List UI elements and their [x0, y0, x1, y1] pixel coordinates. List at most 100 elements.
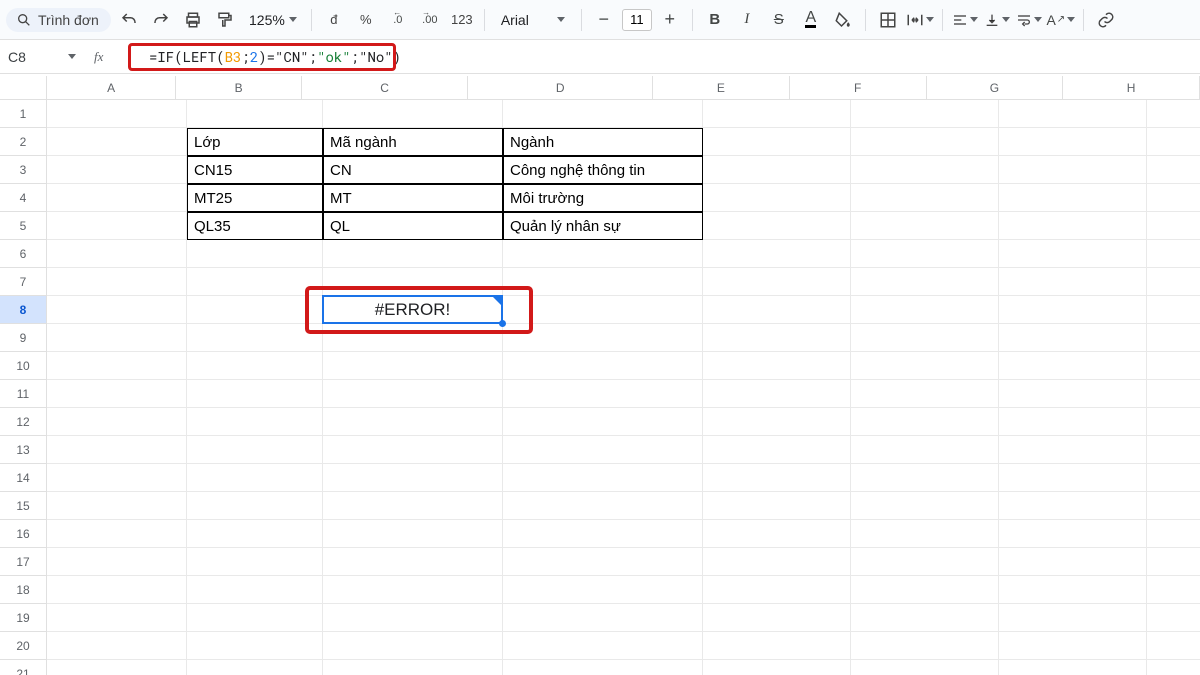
cell-F16[interactable] [851, 520, 999, 548]
cell-H11[interactable] [1147, 380, 1200, 408]
cell-H9[interactable] [1147, 324, 1200, 352]
cell-D12[interactable] [503, 408, 703, 436]
column-header-B[interactable]: B [176, 76, 302, 100]
cell-A20[interactable] [47, 632, 187, 660]
row-header-8[interactable]: 8 [0, 296, 47, 324]
cell-G9[interactable] [999, 324, 1147, 352]
menu-search[interactable]: Trình đơn [6, 8, 111, 32]
cell-C11[interactable] [323, 380, 503, 408]
spreadsheet-grid[interactable]: ABCDEFGH 1234567891011121314151617181920… [0, 76, 1200, 675]
cell-A6[interactable] [47, 240, 187, 268]
cell-C9[interactable] [323, 324, 503, 352]
cell-G10[interactable] [999, 352, 1147, 380]
cell-H14[interactable] [1147, 464, 1200, 492]
cell-D9[interactable] [503, 324, 703, 352]
cell-A13[interactable] [47, 436, 187, 464]
cell-H3[interactable] [1147, 156, 1200, 184]
cell-E14[interactable] [703, 464, 851, 492]
cell-A11[interactable] [47, 380, 187, 408]
cell-H20[interactable] [1147, 632, 1200, 660]
cell-H10[interactable] [1147, 352, 1200, 380]
cell-F2[interactable] [851, 128, 999, 156]
cell-G21[interactable] [999, 660, 1147, 675]
cell-D11[interactable] [503, 380, 703, 408]
row-header-10[interactable]: 10 [0, 352, 47, 380]
cell-B5[interactable]: QL35 [187, 212, 323, 240]
row-header-4[interactable]: 4 [0, 184, 47, 212]
cell-B6[interactable] [187, 240, 323, 268]
cell-G11[interactable] [999, 380, 1147, 408]
cell-H1[interactable] [1147, 100, 1200, 128]
cell-B19[interactable] [187, 604, 323, 632]
cell-F4[interactable] [851, 184, 999, 212]
cell-A12[interactable] [47, 408, 187, 436]
cell-A2[interactable] [47, 128, 187, 156]
cell-B3[interactable]: CN15 [187, 156, 323, 184]
name-box[interactable]: C8 [0, 49, 84, 65]
cell-E17[interactable] [703, 548, 851, 576]
cell-C3[interactable]: CN [323, 156, 503, 184]
cell-F5[interactable] [851, 212, 999, 240]
cell-A16[interactable] [47, 520, 187, 548]
cell-B14[interactable] [187, 464, 323, 492]
cell-E20[interactable] [703, 632, 851, 660]
cell-B20[interactable] [187, 632, 323, 660]
cell-E16[interactable] [703, 520, 851, 548]
cell-A21[interactable] [47, 660, 187, 675]
cell-B21[interactable] [187, 660, 323, 675]
cell-F9[interactable] [851, 324, 999, 352]
cell-G8[interactable] [999, 296, 1147, 324]
column-header-C[interactable]: C [302, 76, 468, 100]
cell-A9[interactable] [47, 324, 187, 352]
column-header-E[interactable]: E [653, 76, 790, 100]
cell-A18[interactable] [47, 576, 187, 604]
column-header-H[interactable]: H [1063, 76, 1200, 100]
cell-D3[interactable]: Công nghệ thông tin [503, 156, 703, 184]
cell-D17[interactable] [503, 548, 703, 576]
selected-cell[interactable]: #ERROR! [322, 295, 503, 324]
row-header-20[interactable]: 20 [0, 632, 47, 660]
cell-H17[interactable] [1147, 548, 1200, 576]
row-header-9[interactable]: 9 [0, 324, 47, 352]
cell-C10[interactable] [323, 352, 503, 380]
cell-H2[interactable] [1147, 128, 1200, 156]
cell-F18[interactable] [851, 576, 999, 604]
cell-E9[interactable] [703, 324, 851, 352]
cell-B4[interactable]: MT25 [187, 184, 323, 212]
cell-C4[interactable]: MT [323, 184, 503, 212]
cell-D4[interactable]: Môi trường [503, 184, 703, 212]
cell-A1[interactable] [47, 100, 187, 128]
cell-C5[interactable]: QL [323, 212, 503, 240]
cell-A14[interactable] [47, 464, 187, 492]
cell-F19[interactable] [851, 604, 999, 632]
cell-C20[interactable] [323, 632, 503, 660]
cell-D6[interactable] [503, 240, 703, 268]
cell-F10[interactable] [851, 352, 999, 380]
cell-B2[interactable]: Lớp [187, 128, 323, 156]
cell-H19[interactable] [1147, 604, 1200, 632]
cell-E8[interactable] [703, 296, 851, 324]
cell-F21[interactable] [851, 660, 999, 675]
cell-D18[interactable] [503, 576, 703, 604]
cell-D7[interactable] [503, 268, 703, 296]
cell-F3[interactable] [851, 156, 999, 184]
cell-E21[interactable] [703, 660, 851, 675]
cell-D1[interactable] [503, 100, 703, 128]
cell-H8[interactable] [1147, 296, 1200, 324]
cell-G13[interactable] [999, 436, 1147, 464]
cell-E15[interactable] [703, 492, 851, 520]
row-header-14[interactable]: 14 [0, 464, 47, 492]
cell-F7[interactable] [851, 268, 999, 296]
cell-A3[interactable] [47, 156, 187, 184]
cell-G20[interactable] [999, 632, 1147, 660]
cell-C21[interactable] [323, 660, 503, 675]
cell-A19[interactable] [47, 604, 187, 632]
row-header-2[interactable]: 2 [0, 128, 47, 156]
cell-F1[interactable] [851, 100, 999, 128]
cell-G7[interactable] [999, 268, 1147, 296]
row-header-7[interactable]: 7 [0, 268, 47, 296]
cell-D8[interactable] [503, 296, 703, 324]
cell-E1[interactable] [703, 100, 851, 128]
cell-H12[interactable] [1147, 408, 1200, 436]
cell-D13[interactable] [503, 436, 703, 464]
